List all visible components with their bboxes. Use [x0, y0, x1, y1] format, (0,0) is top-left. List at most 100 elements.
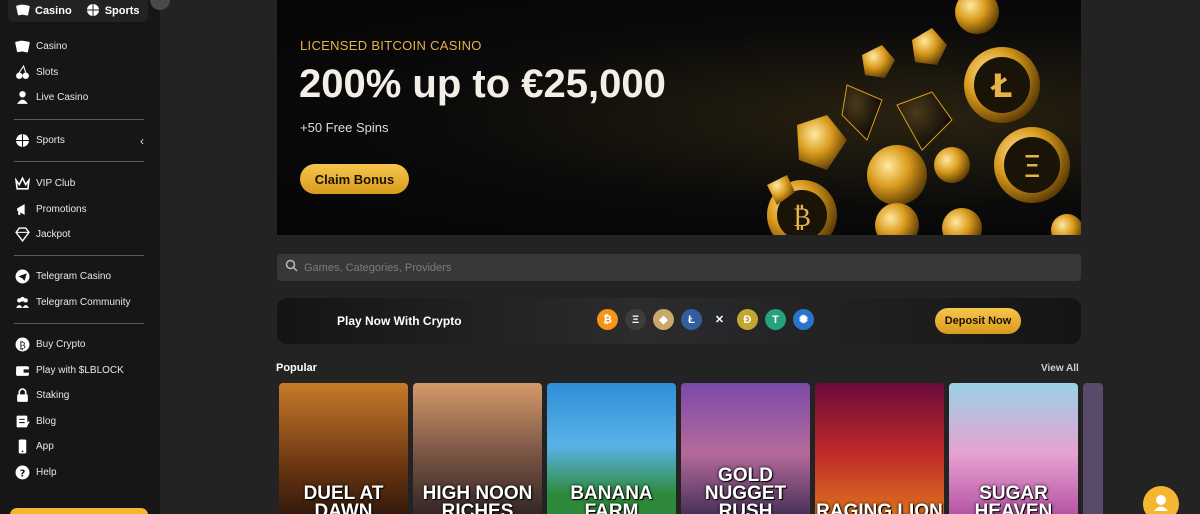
sidebar-item-label: Blog: [36, 415, 57, 427]
sidebar-item-label: Play with $LBLOCK: [36, 364, 124, 376]
sidebar-item-app[interactable]: App: [14, 434, 144, 460]
sports-switch-label: Sports: [104, 5, 140, 17]
game-tile[interactable]: DUEL AT DAWN: [279, 383, 408, 514]
casino-switch[interactable]: Casino: [16, 3, 72, 20]
litecoin-icon: Ł: [681, 309, 702, 330]
popular-section-title: Popular: [276, 362, 317, 374]
sidebar-item-live-casino[interactable]: Live Casino: [14, 85, 144, 111]
sidebar-item-telegram-community[interactable]: Telegram Community: [14, 290, 144, 316]
sidebar-item-vip-club[interactable]: VIP Club: [14, 171, 144, 197]
sidebar-item-label: Buy Crypto: [36, 339, 86, 351]
people-icon: [14, 294, 30, 310]
gold-token-icon: ◆: [653, 309, 674, 330]
sidebar-item-promotions[interactable]: Promotions: [14, 197, 144, 223]
sidebar-item-casino[interactable]: Casino: [14, 34, 144, 60]
game-tile-partial[interactable]: [1083, 383, 1103, 514]
product-switch: Casino Sports: [8, 0, 148, 22]
usdc-icon: ✺: [793, 309, 814, 330]
game-tile[interactable]: RAGING LION: [815, 383, 944, 514]
nav-group-rewards: VIP Club Promotions Jackpot: [14, 171, 144, 248]
nav-group-more: ₿ Buy Crypto Play with $LBLOCK Staking B…: [14, 332, 144, 485]
bitcoin-icon: ₿: [14, 337, 30, 353]
blog-icon: [14, 413, 30, 429]
sports-switch[interactable]: Sports: [86, 3, 140, 20]
sidebar-divider: [14, 161, 144, 162]
sidebar-cta-button[interactable]: [10, 508, 148, 514]
dogecoin-icon: Ð: [737, 309, 758, 330]
collapse-handle[interactable]: [150, 0, 170, 10]
sidebar-divider: [14, 255, 144, 256]
sidebar-divider: [14, 119, 144, 120]
help-icon: ?: [14, 464, 30, 480]
dealer-icon: [14, 90, 30, 106]
sidebar-item-label: App: [36, 441, 54, 453]
casino-switch-label: Casino: [35, 5, 72, 17]
search-input[interactable]: [304, 261, 1064, 274]
phone-icon: [14, 439, 30, 455]
game-title: DUEL AT DAWN: [303, 483, 384, 514]
claim-bonus-button[interactable]: Claim Bonus: [300, 164, 409, 194]
wallet-icon: [14, 362, 30, 378]
sidebar-item-slots[interactable]: Slots: [14, 60, 144, 86]
support-chat-button[interactable]: [1143, 486, 1179, 514]
cherry-icon: [14, 64, 30, 80]
hero-banner: LICENSED BITCOIN CASINO 200% up to €25,0…: [277, 0, 1081, 235]
sidebar-item-staking[interactable]: Staking: [14, 383, 144, 409]
crypto-bar: Play Now With Crypto ₿ Ξ ◆ Ł ✕ Ð T ✺ Deposit No…: [277, 298, 1081, 344]
game-title: GOLD NUGGET RUSH: [704, 465, 787, 514]
telegram-icon: [14, 269, 30, 285]
tether-icon: T: [765, 309, 786, 330]
search-bar: [277, 254, 1081, 281]
chevron-left-icon[interactable]: ‹: [140, 134, 144, 148]
crypto-bar-label: Play Now With Crypto: [337, 314, 462, 328]
game-tile[interactable]: GOLD NUGGET RUSH: [681, 383, 810, 514]
sidebar-item-label: Live Casino: [36, 92, 89, 104]
sidebar-divider: [14, 323, 144, 324]
game-tile[interactable]: SUGAR HEAVEN: [949, 383, 1078, 514]
nav-group-games: Casino Slots Live Casino: [14, 34, 144, 111]
sidebar-item-label: Slots: [36, 66, 59, 78]
game-tile[interactable]: HIGH NOON RICHES: [413, 383, 542, 514]
sidebar-item-help[interactable]: ? Help: [14, 460, 144, 486]
game-tile[interactable]: BANANA FARM: [547, 383, 676, 514]
sidebar-item-label: VIP Club: [36, 178, 76, 190]
sidebar-item-label: Promotions: [36, 203, 87, 215]
sidebar-item-label: Telegram Community: [36, 296, 131, 308]
svg-text:Ł: Ł: [990, 67, 1013, 105]
sidebar-item-label: Jackpot: [36, 229, 71, 241]
sidebar-item-sports[interactable]: Sports ‹: [14, 128, 144, 154]
sidebar-item-label: Staking: [36, 390, 70, 402]
svg-text:₿: ₿: [19, 340, 26, 352]
popular-games-row: DUEL AT DAWN HIGH NOON RICHES BANANA FARM G…: [279, 383, 1103, 514]
diamond-icon: [14, 227, 30, 243]
nav-group-community: Telegram Casino Telegram Community: [14, 264, 144, 315]
search-icon: [285, 259, 298, 277]
deposit-now-button[interactable]: Deposit Now: [935, 308, 1021, 334]
hero-subtitle: +50 Free Spins: [300, 120, 389, 135]
crypto-coins-illustration: Ł Ξ ₿: [767, 0, 1081, 235]
sidebar-item-blog[interactable]: Blog: [14, 409, 144, 435]
sidebar-item-buy-crypto[interactable]: ₿ Buy Crypto: [14, 332, 144, 358]
game-title: SUGAR HEAVEN: [974, 483, 1053, 514]
sidebar-item-label: Telegram Casino: [36, 271, 112, 283]
sidebar-item-telegram-casino[interactable]: Telegram Casino: [14, 264, 144, 290]
megaphone-icon: [14, 201, 30, 217]
sidebar: Casino Sports Casino Slots Live Casino S…: [0, 0, 170, 514]
game-title: HIGH NOON RICHES: [422, 483, 533, 514]
svg-text:₿: ₿: [793, 203, 811, 233]
view-all-link[interactable]: View All: [1041, 363, 1079, 374]
svg-text:Ξ: Ξ: [1023, 150, 1042, 185]
ball-icon: [86, 3, 100, 20]
lock-icon: [14, 388, 30, 404]
sidebar-item-jackpot[interactable]: Jackpot: [14, 222, 144, 248]
cards-icon: [16, 3, 30, 20]
bitcoin-icon: ₿: [597, 309, 618, 330]
nav-group-sports: Sports ‹: [14, 128, 144, 154]
crypto-coins-row: ₿ Ξ ◆ Ł ✕ Ð T ✺: [597, 309, 814, 330]
sidebar-item-play-lblock[interactable]: Play with $LBLOCK: [14, 358, 144, 384]
hero-headline: 200% up to €25,000: [299, 62, 666, 106]
support-agent-icon: [1151, 492, 1171, 514]
game-title: BANANA FARM: [570, 483, 653, 514]
ball-icon: [14, 133, 30, 149]
cards-icon: [14, 39, 30, 55]
